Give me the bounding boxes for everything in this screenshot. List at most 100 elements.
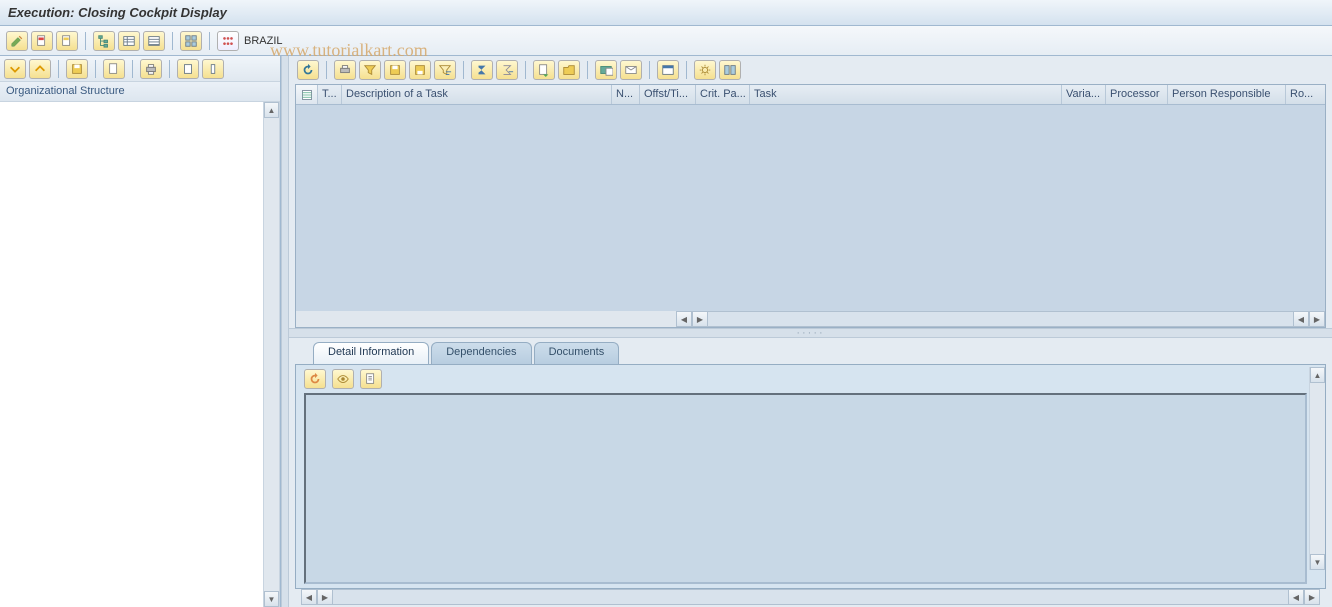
left-toolbar: [0, 56, 280, 82]
tab-dependencies[interactable]: Dependencies: [431, 342, 531, 364]
brazil-dots-icon[interactable]: [217, 31, 239, 51]
detail-print-icon[interactable]: [360, 369, 382, 389]
scroll-down-icon[interactable]: ▼: [264, 591, 279, 607]
sort-filter-icon[interactable]: [434, 60, 456, 80]
col-offset[interactable]: Offst/Ti...: [640, 85, 696, 104]
toolbar-separator: [326, 61, 327, 79]
task-grid[interactable]: T... Description of a Task N... Offst/Ti…: [295, 84, 1326, 328]
detail-scrollbar[interactable]: ▲ ▼: [1309, 367, 1325, 570]
scroll-right-icon[interactable]: ▶: [1309, 311, 1325, 327]
grid-toolbar: [295, 60, 1326, 84]
scroll-down-icon[interactable]: ▼: [1310, 554, 1325, 570]
horizontal-splitter[interactable]: ·····: [289, 328, 1332, 338]
grid-hscroll[interactable]: ◀ ▶ ◀ ▶: [296, 311, 1325, 327]
right-pane: T... Description of a Task N... Offst/Ti…: [289, 56, 1332, 607]
save-icon[interactable]: [66, 59, 88, 79]
layout-switch-icon[interactable]: [657, 60, 679, 80]
detail-refresh-icon[interactable]: [304, 369, 326, 389]
grid-header: T... Description of a Task N... Offst/Ti…: [296, 85, 1325, 105]
filter-icon[interactable]: [359, 60, 381, 80]
toolbar-separator: [58, 60, 59, 78]
toolbar-separator: [172, 32, 173, 50]
scroll-up-icon[interactable]: ▲: [264, 102, 279, 118]
toolbar-separator: [132, 60, 133, 78]
page-title: Execution: Closing Cockpit Display: [8, 5, 227, 20]
scroll-right-inner-icon[interactable]: ▶: [692, 311, 708, 327]
document-yellow-icon[interactable]: [56, 31, 78, 51]
tab-documents[interactable]: Documents: [534, 342, 620, 364]
detail-content[interactable]: [304, 393, 1307, 584]
table-filter-icon[interactable]: [118, 31, 140, 51]
more-icon[interactable]: [202, 59, 224, 79]
export-icon[interactable]: [533, 60, 555, 80]
tools-icon[interactable]: [719, 60, 741, 80]
toolbar-separator: [649, 61, 650, 79]
sum-icon[interactable]: [471, 60, 493, 80]
scroll-left-end-icon[interactable]: ◀: [1293, 311, 1309, 327]
tabstrip: Detail Information Dependencies Document…: [295, 342, 1326, 364]
col-task[interactable]: Task: [750, 85, 1062, 104]
left-pane: Organizational Structure ▲ ▼: [0, 56, 281, 607]
layout-icon[interactable]: [177, 59, 199, 79]
toolbar-separator: [85, 32, 86, 50]
application-toolbar: BRAZIL: [0, 26, 1332, 56]
org-structure-header: Organizational Structure: [0, 82, 280, 102]
print-layout-icon[interactable]: [334, 60, 356, 80]
org-structure-tree[interactable]: ▲ ▼: [0, 102, 280, 607]
col-processor[interactable]: Processor: [1106, 85, 1168, 104]
grid-layout-icon[interactable]: [180, 31, 202, 51]
vertical-splitter[interactable]: [281, 56, 289, 607]
scroll-left-icon[interactable]: ◀: [301, 589, 317, 605]
toolbar-separator: [686, 61, 687, 79]
print-icon[interactable]: [140, 59, 162, 79]
col-crit-path[interactable]: Crit. Pa...: [696, 85, 750, 104]
attach-icon[interactable]: [595, 60, 617, 80]
col-variant[interactable]: Varia...: [1062, 85, 1106, 104]
toolbar-separator: [95, 60, 96, 78]
scroll-right-icon[interactable]: ▶: [1304, 589, 1320, 605]
col-responsible[interactable]: Person Responsible: [1168, 85, 1286, 104]
scroll-track[interactable]: [333, 589, 1288, 605]
col-n[interactable]: N...: [612, 85, 640, 104]
grid-body[interactable]: [296, 105, 1325, 311]
brazil-label: BRAZIL: [242, 35, 283, 47]
bottom-hscroll[interactable]: ◀ ▶ ◀ ▶: [301, 589, 1320, 605]
expand-icon[interactable]: [4, 59, 26, 79]
pencil-icon[interactable]: [6, 31, 28, 51]
save-layout-icon[interactable]: [384, 60, 406, 80]
col-description[interactable]: Description of a Task: [342, 85, 612, 104]
scroll-left-end-icon[interactable]: ◀: [1288, 589, 1304, 605]
tree-icon[interactable]: [93, 31, 115, 51]
mail-icon[interactable]: [620, 60, 642, 80]
toolbar-separator: [463, 61, 464, 79]
scroll-up-icon[interactable]: ▲: [1310, 367, 1325, 383]
toolbar-separator: [209, 32, 210, 50]
scroll-track[interactable]: [708, 311, 1293, 327]
scroll-left-icon[interactable]: ◀: [676, 311, 692, 327]
collapse-icon[interactable]: [29, 59, 51, 79]
workspace: Organizational Structure ▲ ▼: [0, 56, 1332, 607]
toolbar-separator: [525, 61, 526, 79]
save-variant-icon[interactable]: [409, 60, 431, 80]
detail-tabs-area: Detail Information Dependencies Document…: [295, 342, 1326, 607]
detail-toolbar: [296, 365, 1325, 393]
scroll-right-inner-icon[interactable]: ▶: [317, 589, 333, 605]
col-type[interactable]: T...: [318, 85, 342, 104]
left-scrollbar[interactable]: ▲ ▼: [263, 102, 279, 607]
detail-display-icon[interactable]: [332, 369, 354, 389]
subtotal-icon[interactable]: [496, 60, 518, 80]
title-bar: Execution: Closing Cockpit Display: [0, 0, 1332, 26]
toolbar-separator: [169, 60, 170, 78]
open-file-icon[interactable]: [558, 60, 580, 80]
document-red-icon[interactable]: [31, 31, 53, 51]
tab-detail-information[interactable]: Detail Information: [313, 342, 429, 364]
open-icon[interactable]: [103, 59, 125, 79]
refresh-icon[interactable]: [297, 60, 319, 80]
toolbar-separator: [587, 61, 588, 79]
task-grid-section: T... Description of a Task N... Offst/Ti…: [295, 60, 1326, 328]
tab-body: ▲ ▼: [295, 364, 1326, 589]
col-ro[interactable]: Ro...: [1286, 85, 1316, 104]
select-all-column[interactable]: [296, 85, 318, 104]
table-icon[interactable]: [143, 31, 165, 51]
settings-icon[interactable]: [694, 60, 716, 80]
